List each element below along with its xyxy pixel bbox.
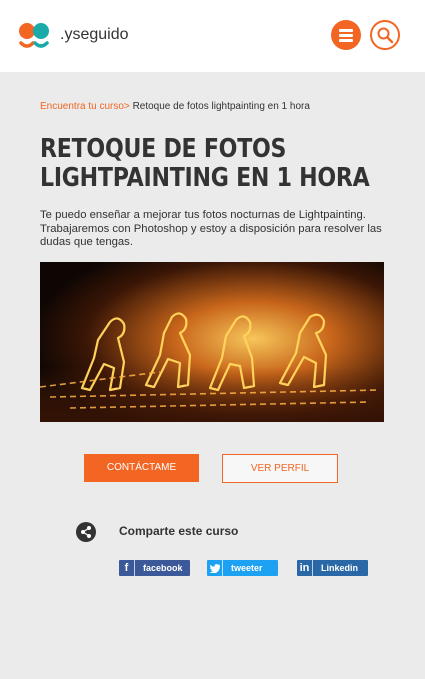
share-title: Comparte este curso: [119, 524, 239, 538]
twitter-label: tweeter: [231, 563, 263, 573]
page-title-line-1: RETOQUE DE FOTOS: [40, 134, 287, 164]
share-facebook-button[interactable]: f facebook: [119, 560, 190, 576]
contact-button[interactable]: CONTÁCTAME: [84, 454, 199, 482]
share-icon: [76, 522, 96, 542]
hamburger-bar: [339, 34, 353, 37]
page-title-line-2: LIGHTPAINTING EN 1 HORA: [40, 163, 370, 193]
breadcrumb-link[interactable]: Encuentra tu curso>: [40, 101, 130, 112]
breadcrumb: Encuentra tu curso> Retoque de fotos lig…: [40, 101, 310, 112]
search-icon: [377, 27, 394, 44]
breadcrumb-current: Retoque de fotos lightpainting en 1 hora: [132, 101, 310, 112]
share-linkedin-button[interactable]: in Linkedin: [297, 560, 368, 576]
search-button[interactable]: [370, 20, 400, 50]
course-hero-image: [40, 262, 384, 422]
twitter-icon: [207, 560, 223, 576]
linkedin-label: Linkedin: [321, 563, 359, 573]
facebook-label: facebook: [143, 563, 183, 573]
hamburger-bar: [339, 39, 353, 42]
page-title: RETOQUE DE FOTOS LIGHTPAINTING EN 1 HORA: [40, 134, 370, 193]
brand-name[interactable]: .yseguido: [60, 26, 129, 44]
logo-icon[interactable]: [18, 22, 60, 50]
view-profile-button[interactable]: VER PERFIL: [222, 454, 338, 483]
top-navigation-bar: .yseguido: [0, 0, 425, 72]
linkedin-icon: in: [297, 560, 313, 576]
course-description: Te puedo enseñar a mejorar tus fotos noc…: [40, 209, 382, 248]
menu-button[interactable]: [331, 20, 361, 50]
hamburger-menu-icon: [339, 29, 353, 32]
share-twitter-button[interactable]: tweeter: [207, 560, 278, 576]
facebook-icon: f: [119, 560, 135, 576]
share-icon-graphic: [81, 526, 91, 538]
twitter-bird-icon: [209, 563, 220, 573]
